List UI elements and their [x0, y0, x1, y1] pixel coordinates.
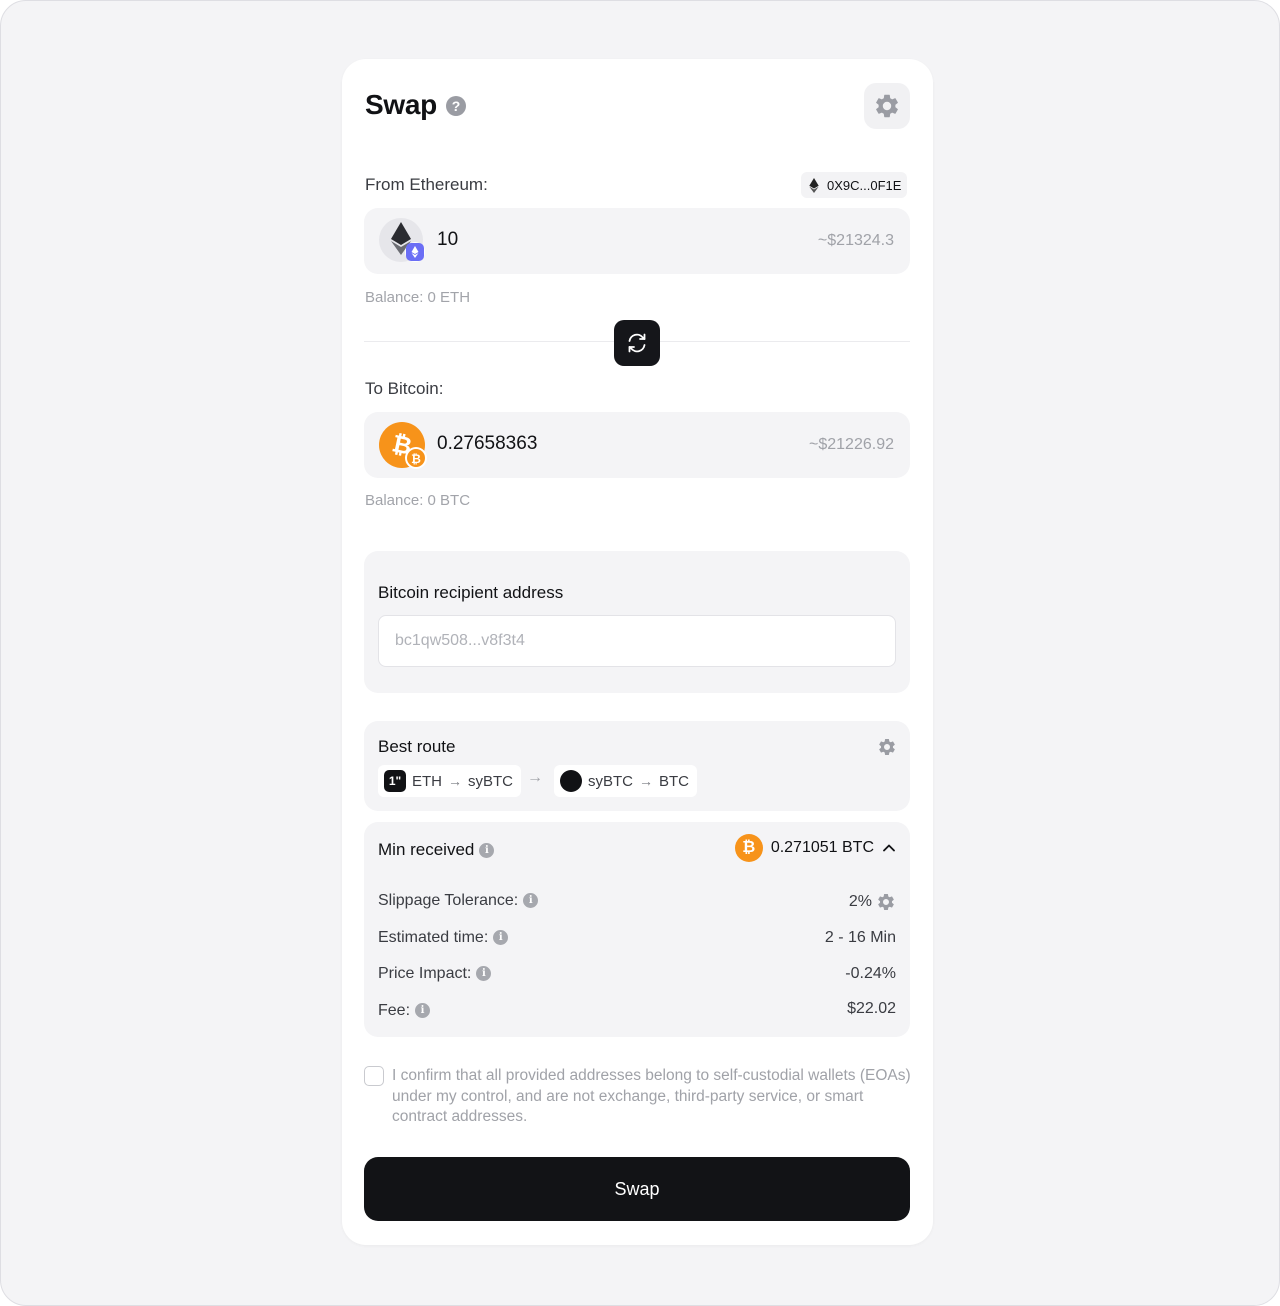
1inch-logo-icon: 1": [384, 770, 406, 792]
swap-card: Swap ? From Ethereum: 0X9C...0F1E 10 ~$2…: [342, 59, 933, 1245]
fee-label: Fee: i: [378, 1002, 431, 1020]
price-impact-label-text: Price Impact:: [378, 965, 472, 982]
fee-label-text: Fee:: [378, 1002, 411, 1019]
to-usd-value: ~$21226.92: [809, 436, 894, 453]
route-settings-icon[interactable]: [877, 737, 897, 762]
gear-icon: [876, 94, 898, 118]
min-received-toggle[interactable]: ₿ 0.271051 BTC: [734, 834, 896, 862]
gear-icon: [878, 894, 894, 910]
from-amount-value[interactable]: 10: [437, 229, 458, 251]
info-icon[interactable]: i: [523, 893, 539, 909]
recipient-address-input[interactable]: bc1qw508...v8f3t4: [378, 615, 896, 667]
swap-button[interactable]: Swap: [364, 1157, 910, 1221]
info-icon[interactable]: i: [476, 966, 492, 982]
summary-panel: Min received i ₿ 0.271051 BTC Slippage To…: [364, 822, 910, 1037]
route-panel: Best route 1" ETH → syBTC → syBTC → BTC: [364, 721, 910, 811]
page-title: Swap: [365, 89, 437, 120]
estimated-time-label-text: Estimated time:: [378, 929, 489, 946]
swap-arrows-icon: [628, 333, 646, 353]
confirm-checkbox[interactable]: [364, 1066, 384, 1086]
slippage-label: Slippage Tolerance: i: [378, 892, 539, 910]
to-amount-value: 0.27658363: [437, 433, 538, 454]
slippage-value[interactable]: 2%: [849, 892, 896, 912]
route-connector-arrow-icon: →: [527, 769, 543, 786]
wallet-address-badge[interactable]: 0X9C...0F1E: [801, 172, 908, 198]
route-step-bridge[interactable]: syBTC → BTC: [554, 765, 697, 797]
to-label: To Bitcoin:: [365, 379, 444, 398]
bitcoin-token-icon: ₿ ₿: [379, 422, 427, 469]
switch-direction-button[interactable]: [614, 320, 660, 366]
from-balance: Balance: 0 ETH: [365, 289, 471, 306]
estimated-time-label: Estimated time: i: [378, 929, 509, 947]
min-received-label: Min received i: [378, 840, 495, 860]
from-usd-value: ~$21324.3: [817, 232, 894, 249]
fee-value: $22.02: [847, 1000, 896, 1017]
info-icon[interactable]: i: [493, 930, 509, 946]
slippage-label-text: Slippage Tolerance:: [378, 892, 519, 909]
help-icon[interactable]: ?: [446, 96, 466, 116]
from-amount-field[interactable]: 10 ~$21324.3: [364, 208, 910, 274]
route-step-from: ETH: [412, 772, 442, 790]
confirm-text: I confirm that all provided addresses be…: [392, 1067, 911, 1125]
chevron-up-icon: [883, 844, 895, 852]
route-step-1inch[interactable]: 1" ETH → syBTC: [378, 765, 521, 797]
estimated-time-value: 2 - 16 Min: [824, 929, 896, 946]
min-received-text: Min received: [378, 840, 475, 859]
info-icon[interactable]: i: [479, 843, 495, 859]
to-amount-field: ₿ ₿ 0.27658363 ~$21226.92: [364, 412, 910, 478]
price-impact-value: -0.24%: [845, 965, 896, 982]
from-label: From Ethereum:: [365, 175, 488, 194]
route-step-to: syBTC: [468, 772, 513, 790]
app-frame: Swap ? From Ethereum: 0X9C...0F1E 10 ~$2…: [0, 0, 1280, 1306]
arrow-right-icon: →: [448, 773, 462, 789]
wallet-address-text: 0X9C...0F1E: [827, 177, 902, 193]
info-icon[interactable]: i: [415, 1003, 431, 1019]
settings-button[interactable]: [864, 83, 910, 129]
bitcoin-icon: ₿: [734, 834, 763, 862]
recipient-panel: Bitcoin recipient address bc1qw508...v8f…: [364, 551, 910, 693]
bridge-logo-icon: [560, 770, 582, 792]
ethereum-icon: [807, 177, 821, 193]
arrow-right-icon: →: [639, 773, 653, 789]
price-impact-label: Price Impact: i: [378, 965, 492, 983]
route-title: Best route: [378, 737, 456, 756]
route-step-from: syBTC: [588, 772, 633, 790]
svg-text:₿: ₿: [411, 452, 421, 466]
recipient-title: Bitcoin recipient address: [378, 583, 564, 602]
ethereum-token-icon: [379, 218, 425, 264]
min-received-value: 0.271051 BTC: [770, 839, 874, 856]
to-balance: Balance: 0 BTC: [365, 492, 471, 509]
route-step-to: BTC: [659, 772, 689, 790]
slippage-value-text: 2%: [848, 893, 872, 910]
